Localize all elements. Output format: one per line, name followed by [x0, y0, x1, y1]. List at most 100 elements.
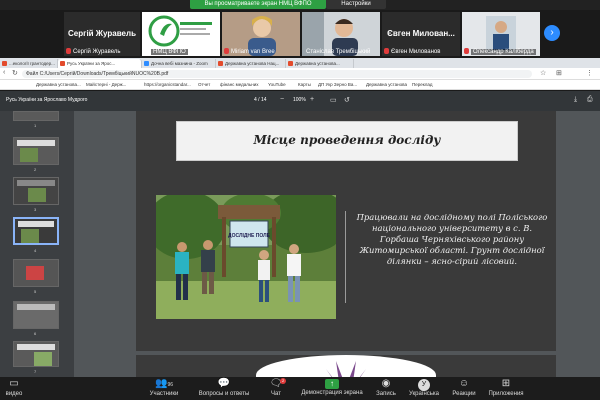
url-field[interactable]: Файл C:/Users/Сергій/Downloads/Трембіцьк… [22, 70, 532, 78]
view-settings-button[interactable]: Настройки просмотра [326, 0, 386, 16]
fit-page-icon[interactable]: ▭ [330, 96, 337, 104]
browser-tab-active[interactable]: Русь України за Ярос... [58, 59, 142, 68]
video-label: видео [5, 391, 23, 397]
thumb-title-band [17, 140, 55, 146]
pdf-viewer[interactable]: Місце проведення досліду ДОСЛІДНЕ ПОЛЕ П… [74, 111, 600, 377]
participant-tile[interactable]: НМЦ ВФПО [142, 12, 220, 56]
browser-tab[interactable]: ...екології грантодер... [0, 59, 58, 68]
zoom-level[interactable]: 100% [293, 97, 306, 103]
pdf-toolbar: Русь України за Ярославо Мудрого 4 / 14 … [0, 91, 600, 111]
video-button[interactable]: ▭ видео [0, 378, 44, 398]
bookmark-item[interactable]: https://organicstandar... [144, 81, 191, 89]
page-thumbnail[interactable] [13, 137, 59, 165]
slide-title: Місце проведення досліду [253, 133, 441, 147]
bookmark-item[interactable]: фінанс медальних [220, 81, 259, 89]
muted-mic-icon [464, 48, 469, 54]
chat-label: Чат [271, 391, 281, 397]
bookmark-item[interactable]: Отчет [198, 81, 210, 89]
browser-tab[interactable]: Державна установа Нац... [216, 59, 286, 68]
next-page-image [256, 355, 436, 377]
participants-icon: 👥96 [154, 378, 173, 389]
thumb-title-band [17, 344, 55, 350]
chat-icon: 🗨 [269, 378, 283, 389]
zoom-out-icon[interactable]: − [280, 96, 284, 103]
thumbnail-number: 5 [34, 289, 37, 294]
thumb-image [20, 148, 38, 162]
thumbnail-number: 6 [34, 331, 37, 336]
tab-favicon-icon [60, 61, 65, 66]
browser-tab[interactable]: Дочна вебі мазнина - Zoom [142, 59, 216, 68]
bookmark-item[interactable]: Карты [298, 81, 311, 89]
bookmark-item[interactable]: Державна установа... [36, 81, 81, 89]
qa-label: Вопросы и ответы [198, 391, 250, 397]
tab-label: Державна установа Нац... [225, 61, 280, 66]
field-photo: ДОСЛІДНЕ ПОЛЕ [156, 195, 336, 319]
muted-mic-icon [66, 48, 71, 54]
tab-label: Русь України за Ярос... [67, 61, 116, 66]
bookmark-item[interactable]: Переклад [412, 81, 433, 89]
tab-favicon-icon [288, 61, 293, 66]
video-off-icon: ▭ [9, 378, 19, 389]
qa-icon: 💬 [217, 378, 231, 389]
bookmarks-bar: Державна установа... Майстерні - Держ...… [0, 80, 600, 90]
bookmark-item[interactable]: Державна установа [366, 81, 407, 89]
page-indicator[interactable]: 4 / 14 [254, 97, 267, 103]
participant-name: Сергій Журавель [73, 49, 121, 55]
thumb-title-band [18, 221, 54, 227]
participants-button[interactable]: 👥96 Участники [134, 378, 194, 398]
page-thumbnail[interactable] [13, 259, 59, 287]
participant-tile[interactable]: Miriam van Bree [222, 12, 300, 56]
participant-name: Олександр Каліберда [471, 49, 536, 55]
chat-button[interactable]: 🗨 2 Чат [246, 378, 306, 398]
page-thumbnail[interactable] [13, 111, 59, 121]
page-thumbnail[interactable] [13, 177, 59, 205]
thumb-title-band [17, 304, 55, 310]
next-participants-button[interactable]: › [544, 25, 560, 41]
pdf-page: Місце проведення досліду ДОСЛІДНЕ ПОЛЕ П… [136, 111, 556, 351]
back-icon[interactable]: ‹ [3, 69, 5, 76]
participant-name: НМЦ ВФПО [151, 49, 188, 55]
participant-tile[interactable]: Євген Милован... Євген Милованов [382, 12, 460, 56]
participant-tile[interactable]: Олександр Каліберда [462, 12, 540, 56]
print-icon[interactable]: ⎙ [587, 96, 593, 104]
tab-label: ...екології грантодер... [9, 61, 55, 66]
thumbnail-number: 3 [34, 207, 37, 212]
participant-name: Євген Милованов [391, 49, 441, 55]
tab-favicon-icon [218, 61, 223, 66]
thumb-image [26, 266, 44, 280]
participant-name: Miriam van Bree [231, 49, 275, 55]
flower-illustration [326, 361, 366, 377]
slide-body-text: Працювали на дослідному полі Поліського … [356, 212, 548, 266]
star-icon[interactable]: ☆ [540, 69, 546, 77]
participant-tile[interactable]: Станіслав Трембіцький [302, 12, 380, 56]
extensions-icon[interactable]: ⊞ [556, 69, 562, 77]
participant-tile[interactable]: Сергій Журавель Сергій Журавель [64, 12, 140, 56]
share-screen-button[interactable]: ↑ Демонстрация экрана [300, 378, 364, 397]
field-photo-illustration: ДОСЛІДНЕ ПОЛЕ [156, 195, 336, 319]
zoom-in-icon[interactable]: + [310, 96, 314, 103]
thumb-image [34, 352, 52, 366]
page-thumbnail[interactable] [13, 341, 59, 367]
page-thumbnail-selected[interactable] [13, 217, 59, 245]
thumbnail-number: 4 [34, 248, 37, 253]
qa-button[interactable]: 💬 Вопросы и ответы [194, 378, 254, 398]
reload-icon[interactable]: ↻ [12, 69, 18, 77]
tab-favicon-icon [144, 61, 149, 66]
menu-icon[interactable]: ⋮ [586, 69, 593, 77]
muted-mic-icon [384, 48, 389, 54]
browser-tab[interactable]: Державна установа... [286, 59, 354, 68]
download-icon[interactable]: ⤓ [574, 96, 577, 104]
bookmark-item[interactable]: ДП Укр Зерно Ва... [318, 81, 357, 89]
participants-label: Участники [149, 391, 179, 397]
rotate-icon[interactable]: ↺ [344, 96, 350, 104]
muted-mic-icon [224, 48, 229, 54]
bookmark-item[interactable]: YouTube [268, 81, 286, 89]
page-thumbnail[interactable] [13, 301, 59, 329]
thumbnail-number: 7 [34, 369, 37, 374]
divider-line [345, 211, 346, 303]
participant-strip: Сергій Журавель Сергій Журавель НМЦ ВФПО [0, 10, 600, 58]
apps-icon: ⊞ [501, 378, 511, 389]
participant-name: Станіслав Трембіцький [306, 49, 371, 55]
bookmark-item[interactable]: Майстерні - Держ... [86, 81, 126, 89]
apps-button[interactable]: ⊞ Приложения [476, 378, 536, 398]
